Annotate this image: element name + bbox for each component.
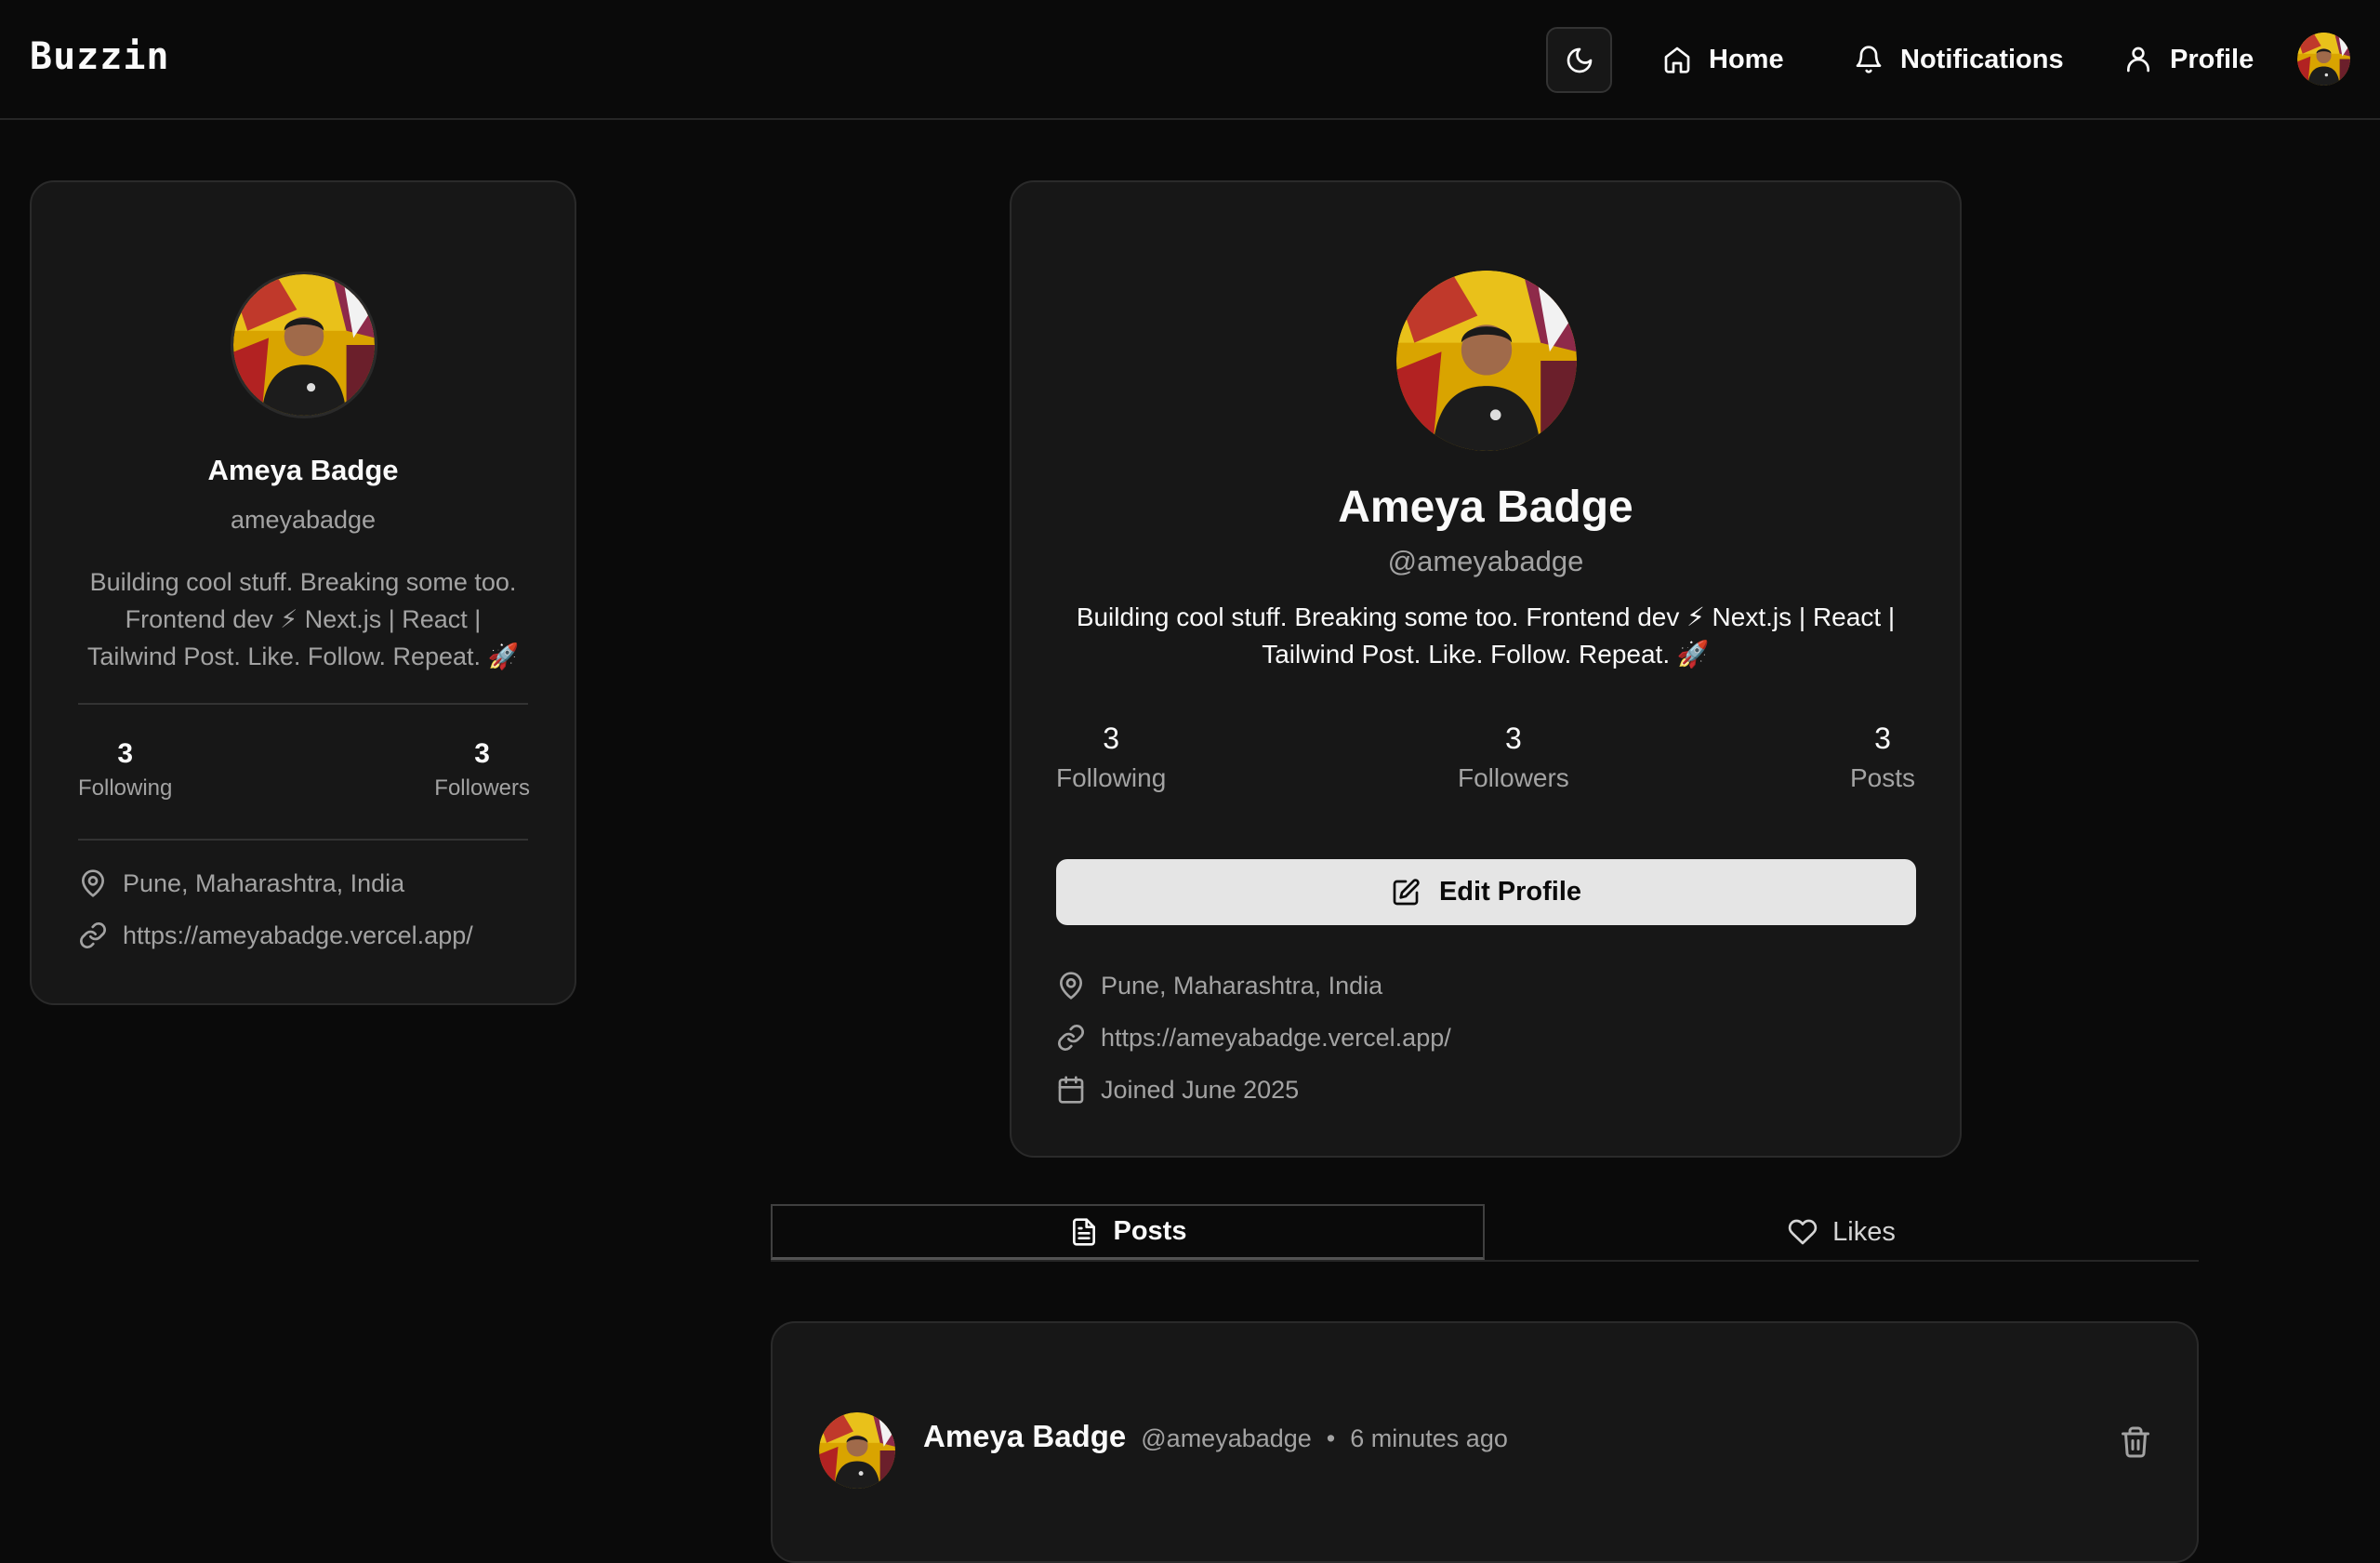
profile-website-row: https://ameyabadge.vercel.app/: [1056, 1023, 1451, 1053]
profile-joined-text: Joined June 2025: [1101, 1075, 1300, 1104]
tab-likes-label: Likes: [1832, 1216, 1896, 1247]
followers-label: Followers: [1458, 763, 1569, 792]
sidebar-followers-stat: 3 Followers: [434, 738, 530, 801]
nav-profile-label: Profile: [2170, 44, 2254, 74]
following-label: Following: [78, 775, 173, 801]
followers-label: Followers: [434, 775, 530, 801]
nav-notifications-link[interactable]: Notifications: [1854, 35, 2064, 84]
divider: [78, 839, 528, 841]
following-count: 3: [1103, 722, 1120, 755]
post-timestamp: 6 minutes ago: [1350, 1424, 1508, 1452]
app-logo[interactable]: Buzzin: [30, 35, 170, 78]
post-header: Ameya Badge @ameyabadge • 6 minutes ago: [923, 1419, 1508, 1454]
post-card: Ameya Badge @ameyabadge • 6 minutes ago: [771, 1321, 2199, 1563]
theme-toggle-button[interactable]: [1546, 27, 1612, 93]
profile-location-text: Pune, Maharashtra, India: [1101, 971, 1383, 1000]
sidebar-website-row: https://ameyabadge.vercel.app/: [78, 921, 473, 950]
post-separator: •: [1326, 1424, 1336, 1452]
edit-profile-button[interactable]: Edit Profile: [1056, 859, 1916, 925]
post-author-avatar[interactable]: [819, 1412, 895, 1489]
user-icon: [2127, 46, 2149, 73]
profile-bio: Building cool stuff. Breaking some too. …: [1076, 603, 1896, 669]
followers-count: 3: [1505, 722, 1522, 755]
link-icon: [80, 922, 106, 948]
nav-notifications-label: Notifications: [1900, 44, 2064, 74]
nav-profile-link[interactable]: Profile: [2123, 35, 2254, 84]
nav-home-label: Home: [1709, 44, 1784, 74]
file-text-icon: [1072, 1217, 1095, 1246]
trash-icon[interactable]: [2119, 1425, 2152, 1459]
calendar-icon: [1058, 1076, 1084, 1104]
sidebar-profile-card: Ameya Badge ameyabadge Building cool stu…: [30, 180, 576, 1005]
sidebar-location-row: Pune, Maharashtra, India: [78, 868, 404, 898]
following-label: Following: [1056, 763, 1167, 792]
sidebar-following-stat: 3 Following: [78, 738, 172, 801]
sidebar-website-link[interactable]: https://ameyabadge.vercel.app/: [123, 921, 473, 950]
profile-location-row: Pune, Maharashtra, India: [1056, 971, 1382, 1000]
following-count: 3: [117, 738, 134, 769]
posts-label: Posts: [1849, 763, 1915, 792]
profile-website-link[interactable]: https://ameyabadge.vercel.app/: [1101, 1024, 1451, 1053]
profile-card: Ameya Badge @ameyabadge Building cool st…: [1010, 180, 1962, 1158]
map-pin-icon: [82, 869, 104, 897]
followers-count: 3: [474, 738, 490, 769]
nav-home-link[interactable]: Home: [1662, 35, 1784, 84]
edit-icon: [1393, 878, 1420, 905]
map-pin-icon: [1060, 972, 1082, 1000]
divider: [78, 703, 528, 705]
profile-following-stat[interactable]: 3 Following: [1056, 722, 1166, 793]
tab-posts-label: Posts: [1113, 1216, 1187, 1246]
bell-icon: [1856, 46, 1882, 73]
heart-icon: [1788, 1219, 1818, 1245]
tab-posts[interactable]: Posts: [771, 1204, 1485, 1260]
tab-likes[interactable]: Likes: [1485, 1204, 2199, 1260]
post-author-name[interactable]: Ameya Badge: [923, 1419, 1126, 1454]
profile-posts-stat: 3 Posts: [1850, 722, 1915, 793]
sidebar-location-text: Pune, Maharashtra, India: [123, 868, 405, 897]
sidebar-profile-name[interactable]: Ameya Badge: [32, 454, 575, 487]
sidebar-avatar[interactable]: [231, 272, 377, 418]
home-icon: [1664, 46, 1690, 73]
sidebar-profile-bio: Building cool stuff. Breaking some too. …: [86, 568, 520, 670]
profile-avatar[interactable]: [1396, 271, 1577, 451]
profile-name: Ameya Badge: [1338, 483, 1633, 532]
profile-followers-stat[interactable]: 3 Followers: [1458, 722, 1569, 793]
top-navbar: Buzzin Home Notifications Profile: [0, 0, 2380, 120]
post-author-handle: @ameyabadge: [1141, 1424, 1312, 1452]
sidebar-profile-username: ameyabadge: [230, 506, 377, 534]
profile-tabs: Posts Likes: [771, 1204, 2199, 1262]
link-icon: [1058, 1025, 1084, 1051]
profile-handle: @ameyabadge: [1387, 545, 1584, 577]
edit-profile-label: Edit Profile: [1438, 877, 1582, 907]
nav-user-avatar[interactable]: [2297, 33, 2350, 86]
profile-joined-row: Joined June 2025: [1056, 1075, 1299, 1105]
posts-count: 3: [1874, 722, 1891, 755]
moon-icon: [1567, 47, 1592, 73]
